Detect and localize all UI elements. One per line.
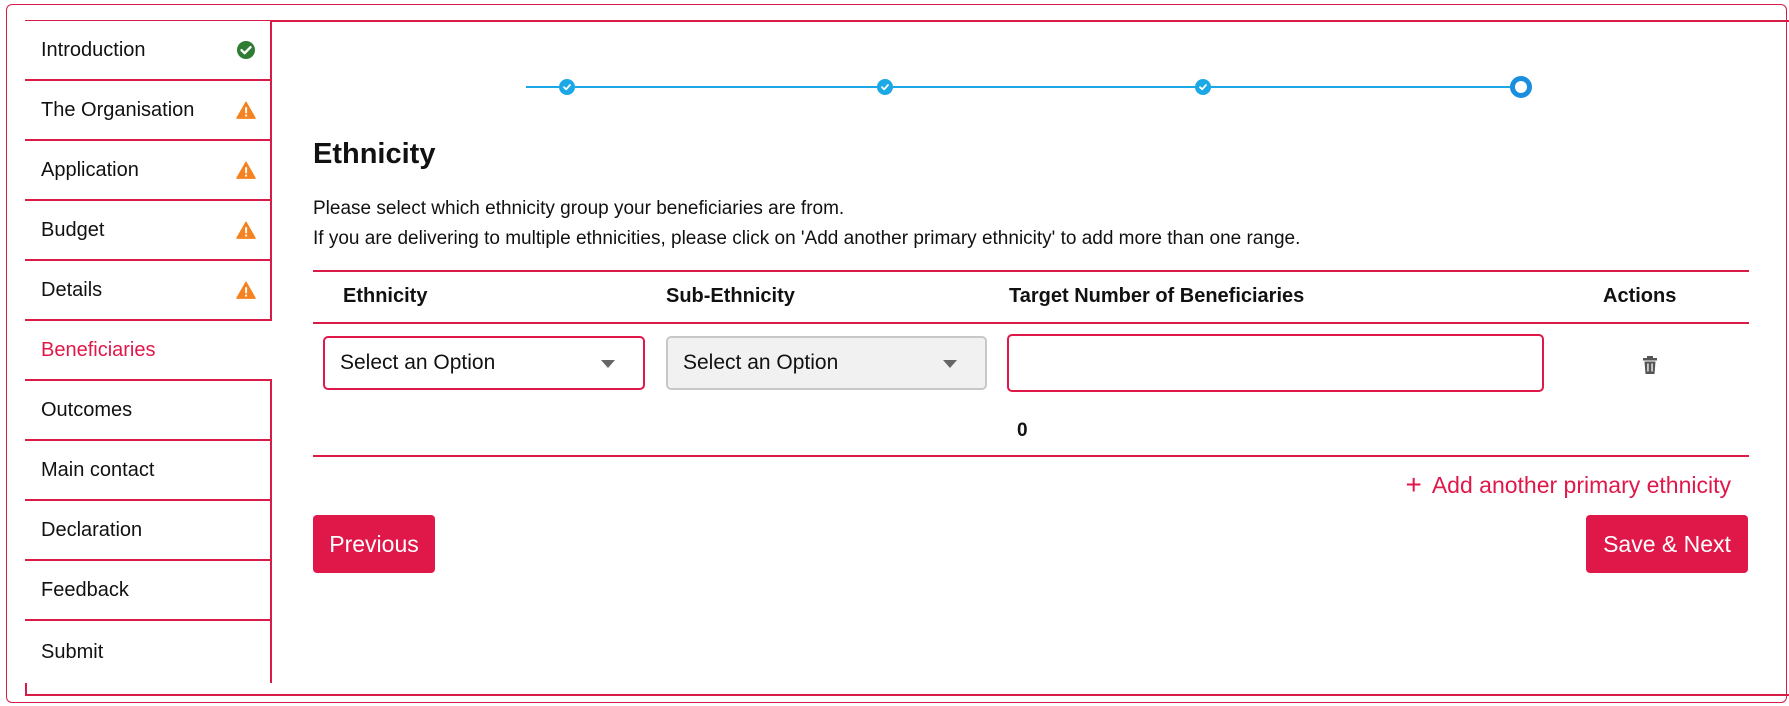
stepper-line: [893, 86, 1195, 88]
save-next-button[interactable]: Save & Next: [1586, 515, 1748, 573]
sidebar-item-outcomes[interactable]: Outcomes: [25, 381, 272, 441]
warning-icon: [236, 280, 256, 300]
warning-icon: [236, 100, 256, 120]
target-total: 0: [1017, 420, 1028, 441]
sidebar-item-submit[interactable]: Submit: [25, 621, 272, 683]
sidebar-item-label: Main contact: [41, 458, 155, 481]
sidebar-item-label: Submit: [41, 640, 104, 663]
sub-ethnicity-select-value: Select an Option: [683, 351, 839, 374]
stepper-step-complete-icon[interactable]: [1195, 79, 1211, 95]
sidebar-item-label: The Organisation: [41, 98, 195, 121]
sidebar-item-budget[interactable]: Budget: [25, 201, 272, 261]
stepper-line: [575, 86, 877, 88]
sidebar-item-declaration[interactable]: Declaration: [25, 501, 272, 561]
chevron-down-icon: [601, 360, 615, 368]
sidebar-item-introduction[interactable]: Introduction: [25, 21, 272, 81]
table-top-divider: [313, 270, 1749, 272]
sidebar-item-feedback[interactable]: Feedback: [25, 561, 272, 621]
previous-button[interactable]: Previous: [313, 515, 435, 573]
sidebar-item-the-organisation[interactable]: The Organisation: [25, 81, 272, 141]
sidebar-nav: Introduction The Organisation Applicatio…: [25, 21, 272, 683]
warning-icon: [236, 160, 256, 180]
column-header-actions: Actions: [1603, 285, 1677, 307]
trash-icon[interactable]: [1640, 354, 1660, 376]
plus-icon: +: [1405, 469, 1422, 500]
sidebar-item-label: Details: [41, 278, 103, 301]
add-primary-ethnicity-label: Add another primary ethnicity: [1431, 471, 1731, 498]
section-title: Ethnicity: [313, 138, 436, 170]
ethnicity-select-value: Select an Option: [340, 351, 496, 374]
sidebar-item-application[interactable]: Application: [25, 141, 272, 201]
sidebar-item-beneficiaries[interactable]: Beneficiaries: [25, 321, 272, 381]
sidebar-item-label: Application: [41, 158, 139, 181]
check-circle-icon: [236, 40, 256, 60]
chevron-down-icon: [943, 360, 957, 368]
sidebar-item-main-contact[interactable]: Main contact: [25, 441, 272, 501]
sidebar-item-label: Beneficiaries: [41, 338, 156, 361]
sub-ethnicity-select[interactable]: Select an Option: [666, 336, 987, 390]
sidebar-item-details[interactable]: Details: [25, 261, 272, 321]
table-bottom-divider: [313, 455, 1749, 457]
table-header-divider: [313, 322, 1749, 324]
stepper-step-complete-icon[interactable]: [877, 79, 893, 95]
sidebar-item-label: Introduction: [41, 38, 146, 61]
warning-icon: [236, 220, 256, 240]
ethnicity-select[interactable]: Select an Option: [323, 336, 645, 390]
stepper-step-complete-icon[interactable]: [559, 79, 575, 95]
progress-stepper: [526, 74, 1532, 100]
sidebar-item-label: Outcomes: [41, 398, 133, 421]
stepper-line: [526, 86, 559, 88]
stepper-step-current-icon[interactable]: [1510, 76, 1532, 98]
stepper-line: [1211, 86, 1513, 88]
sidebar-item-label: Declaration: [41, 518, 143, 541]
column-header-sub-ethnicity: Sub-Ethnicity: [666, 285, 795, 307]
column-header-ethnicity: Ethnicity: [343, 285, 428, 307]
target-beneficiaries-input[interactable]: [1007, 334, 1544, 392]
sidebar-item-label: Budget: [41, 218, 105, 241]
column-header-target: Target Number of Beneficiaries: [1009, 285, 1305, 307]
sidebar-item-label: Feedback: [41, 578, 129, 601]
add-primary-ethnicity-link[interactable]: + Add another primary ethnicity: [1405, 471, 1731, 499]
section-description: Please select which ethnicity group your…: [313, 198, 845, 219]
section-description: If you are delivering to multiple ethnic…: [313, 228, 1301, 249]
